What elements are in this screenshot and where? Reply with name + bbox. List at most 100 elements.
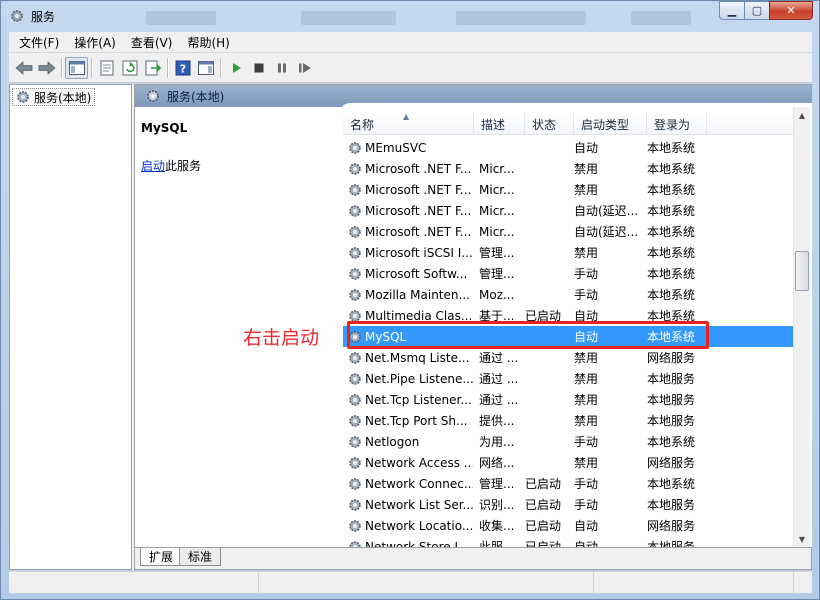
service-gear-icon [347,434,363,450]
title-bar[interactable]: 服务 ▁ ▢ ✕ [1,1,819,31]
properties-button[interactable] [95,57,118,79]
table-row[interactable]: Microsoft Softw... 管理... 手动 本地系统 [343,263,798,284]
cell-startup-type: 手动 [574,477,599,491]
cell-name: Net.Pipe Listene... [343,371,474,387]
restart-service-button[interactable] [293,57,316,79]
forward-button[interactable] [35,57,58,79]
service-gear-icon [347,476,363,492]
column-header-label: 状态 [532,117,557,132]
service-gear-icon [347,287,363,303]
table-row[interactable]: Netlogon 为用... 手动 本地系统 [343,431,798,452]
annotation-highlight-box [347,321,709,349]
menu-action[interactable]: 操作(A) [64,34,121,51]
service-name: Network List Ser... [365,497,473,512]
restart-icon [298,62,311,73]
toolbar-separator [91,57,92,78]
table-row[interactable]: Microsoft .NET F... Micr... 禁用 本地系统 [343,179,798,200]
tree-item-services-local[interactable]: 服务(本地) [12,88,96,106]
service-name: Microsoft .NET F... [365,203,472,218]
cell-startup-type: 手动 [574,288,599,302]
service-gear-icon [347,371,363,387]
table-row[interactable]: Network List Ser... 识别... 已启动 手动 本地服务 [343,494,798,515]
cell-status: 已启动 [525,540,562,547]
status-segment [9,572,259,593]
start-service-button[interactable] [224,57,247,79]
stop-service-button[interactable] [247,57,270,79]
export-list-button[interactable] [141,57,164,79]
cell-status: 已启动 [525,498,562,512]
service-gear-icon [347,245,363,261]
table-row[interactable]: Network Connec... 管理... 已启动 手动 本地系统 [343,473,798,494]
cell-startup-type: 自动 [574,540,599,547]
refresh-icon [122,60,137,75]
sort-ascending-icon: ▲ [403,112,410,121]
console-tree-icon [68,60,85,75]
refresh-button[interactable] [118,57,141,79]
menu-file[interactable]: 文件(F) [9,34,64,51]
minimize-button[interactable]: ▁ [719,1,745,20]
start-service-link[interactable]: 启动 [141,159,165,173]
table-row[interactable]: Net.Pipe Listene... 通过 ... 禁用 本地服务 [343,368,798,389]
toolbar-separator [220,57,221,78]
table-row[interactable]: Microsoft .NET F... Micr... 自动(延迟... 本地系统 [343,221,798,242]
show-hide-console-tree-button[interactable] [65,56,88,79]
cell-startup-type: 自动(延迟... [574,204,639,218]
column-header-startup-type[interactable]: 启动类型 [574,113,647,135]
cell-startup-type: 禁用 [574,456,599,470]
vertical-scrollbar[interactable]: ▲ ▼ [793,107,810,547]
table-row[interactable]: MEmuSVC 自动 本地系统 [343,137,798,158]
table-row[interactable]: Microsoft iSCSI I... 管理... 禁用 本地系统 [343,242,798,263]
cell-log-on-as: 本地系统 [647,141,696,155]
cell-startup-type: 禁用 [574,393,599,407]
cell-name: Microsoft .NET F... [343,224,474,240]
menu-help[interactable]: 帮助(H) [177,34,234,51]
table-row[interactable]: Net.Msmq Liste... 通过 ... 禁用 网络服务 [343,347,798,368]
table-row[interactable]: Mozilla Mainten... Moz... 手动 本地系统 [343,284,798,305]
view-tabs: 扩展 标准 [135,547,811,569]
table-row[interactable]: Network Store I... 此服... 已启动 自动 本地服务 [343,536,798,547]
table-row[interactable]: Network Access ... 网络... 禁用 网络服务 [343,452,798,473]
service-gear-icon [347,413,363,429]
cell-description: 网络... [479,456,515,470]
scroll-up-arrow-icon[interactable]: ▲ [794,107,810,123]
column-header-status[interactable]: 状态 [525,113,574,135]
cell-description: 为用... [479,435,515,449]
help-icon: ? [175,60,190,75]
close-button[interactable]: ✕ [769,1,813,20]
table-row[interactable]: Microsoft .NET F... Micr... 禁用 本地系统 [343,158,798,179]
tab-standard[interactable]: 标准 [179,548,222,566]
svg-text:?: ? [179,62,185,75]
cell-description: Micr... [479,182,515,197]
cell-log-on-as: 本地服务 [647,393,696,407]
maximize-button[interactable]: ▢ [744,1,770,20]
service-gear-icon [347,455,363,471]
scroll-down-arrow-icon[interactable]: ▼ [794,531,810,547]
toolbar-separator [61,57,62,78]
table-row[interactable]: Net.Tcp Port Sh... 提供... 禁用 本地服务 [343,410,798,431]
service-gear-icon [347,497,363,513]
column-header-name[interactable]: ▲ 名称 [343,112,474,135]
status-segment [594,572,794,593]
cell-status: 已启动 [525,477,562,491]
service-name: Microsoft Softw... [365,266,468,281]
table-row[interactable]: Network Locatio... 收集... 已启动 自动 网络服务 [343,515,798,536]
cell-log-on-as: 本地系统 [647,435,696,449]
background-tab-ghost [301,11,396,25]
column-header-description[interactable]: 描述 [474,113,525,135]
tab-extended[interactable]: 扩展 [140,548,183,566]
service-gear-icon [347,392,363,408]
scrollbar-thumb[interactable] [795,251,809,291]
table-row[interactable]: Microsoft .NET F... Micr... 自动(延迟... 本地系统 [343,200,798,221]
cell-description: 识别... [479,498,515,512]
menu-view[interactable]: 查看(V) [121,34,178,51]
table-row[interactable]: Net.Tcp Listener... 通过 ... 禁用 本地服务 [343,389,798,410]
toolbar: ? [9,53,812,83]
help-button[interactable]: ? [171,57,194,79]
back-button[interactable] [12,57,35,79]
cell-name: Network Locatio... [343,518,474,534]
cell-log-on-as: 本地系统 [647,288,696,302]
column-header-log-on-as[interactable]: 登录为 [647,113,707,135]
action-pane-button[interactable] [194,57,217,79]
service-name: Network Locatio... [365,518,473,533]
pause-service-button[interactable] [270,57,293,79]
